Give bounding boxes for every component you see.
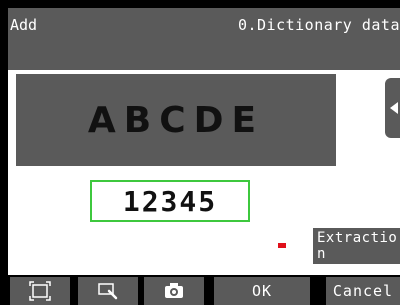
zoom-search-button[interactable] — [78, 277, 138, 305]
dictionary-data-title: 0.Dictionary data — [237, 16, 400, 34]
header-bar: Add 0.Dictionary data — [8, 8, 400, 70]
content-area: ABCDE 12345 Extraction — [8, 70, 400, 275]
arrow-left-icon — [390, 102, 398, 114]
dictionary-entry-value: 12345 — [122, 184, 218, 218]
bottom-toolbar: OK Cancel — [8, 275, 400, 305]
status-marker — [278, 243, 286, 248]
extraction-button[interactable]: Extraction — [313, 228, 400, 264]
ok-button[interactable]: OK — [214, 277, 310, 305]
camera-button[interactable] — [144, 277, 204, 305]
area-frame-icon — [29, 281, 51, 301]
mode-label: Add — [10, 16, 38, 34]
character-preview-panel: ABCDE — [16, 74, 336, 166]
side-panel-toggle[interactable] — [385, 78, 400, 138]
dictionary-entry-box[interactable]: 12345 — [90, 180, 250, 222]
preview-text: ABCDE — [87, 99, 265, 141]
cancel-button[interactable]: Cancel — [326, 277, 400, 305]
camera-icon — [165, 283, 183, 298]
zoom-search-icon — [98, 283, 118, 300]
area-frame-button[interactable] — [10, 277, 70, 305]
screen: Add 0.Dictionary data ABCDE 12345 Extrac… — [0, 0, 400, 305]
